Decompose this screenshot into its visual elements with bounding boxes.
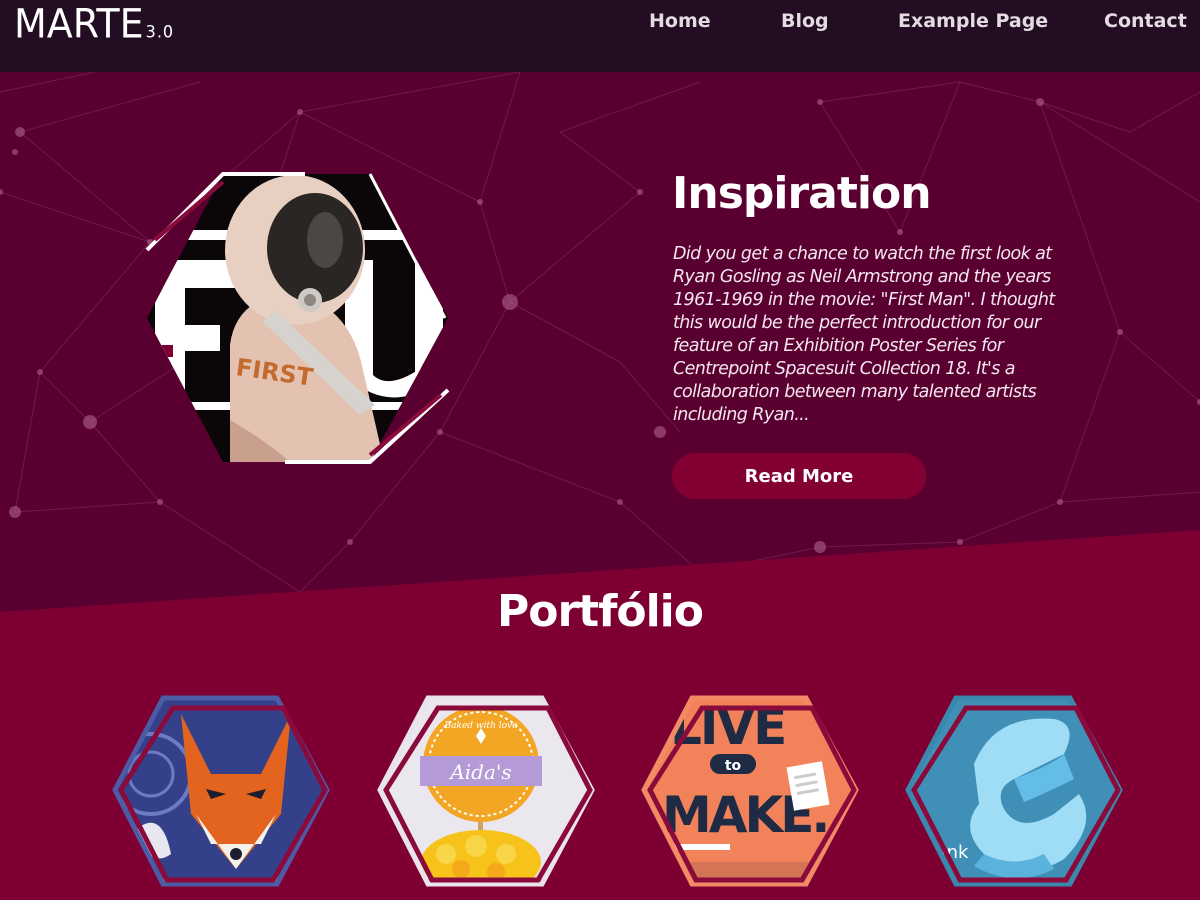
live-to-make-poster-image: LIVE to MAKE. bbox=[641, 695, 859, 887]
poster-line-2: to bbox=[725, 758, 742, 774]
aidas-cupcake-image: Aida's Baked with love bbox=[377, 695, 595, 887]
portfolio-title: Portfólio bbox=[497, 586, 704, 637]
portfolio-item-aidas[interactable]: Aida's Baked with love bbox=[376, 694, 596, 894]
portfolio-item-live-to-make[interactable]: LIVE to MAKE. bbox=[640, 694, 860, 894]
top-navigation-bar: MARTE 3.0 Home Blog Example Page Contact bbox=[0, 0, 1200, 72]
nav-blog-link[interactable]: Blog bbox=[781, 10, 829, 32]
portfolio-item-blue-ribbon[interactable]: ynk bbox=[904, 694, 1124, 894]
nav-home-link[interactable]: Home bbox=[649, 10, 711, 32]
logo-name: MARTE bbox=[14, 0, 144, 48]
astronaut-poster-image: FIRST bbox=[145, 172, 450, 464]
portfolio-item-fox[interactable] bbox=[111, 694, 331, 894]
nav-example-page-link[interactable]: Example Page bbox=[898, 10, 1048, 32]
hero-title: Inspiration bbox=[672, 168, 932, 219]
fox-illustration-image bbox=[112, 695, 330, 887]
site-logo[interactable]: MARTE 3.0 bbox=[14, 1, 174, 47]
nav-contact-link[interactable]: Contact bbox=[1104, 10, 1187, 32]
logo-version: 3.0 bbox=[145, 21, 175, 42]
page: MARTE3.0 Home Blog Example Page Contact bbox=[0, 0, 1200, 900]
blue-ribbon-logo-image: ynk bbox=[905, 695, 1123, 887]
read-more-button[interactable]: Read More bbox=[672, 453, 926, 499]
hero-excerpt: Did you get a chance to watch the first … bbox=[673, 244, 1055, 425]
aidas-logo-text: Aida's bbox=[448, 760, 511, 784]
hero-hexagon-image[interactable]: FIRST bbox=[145, 170, 450, 466]
